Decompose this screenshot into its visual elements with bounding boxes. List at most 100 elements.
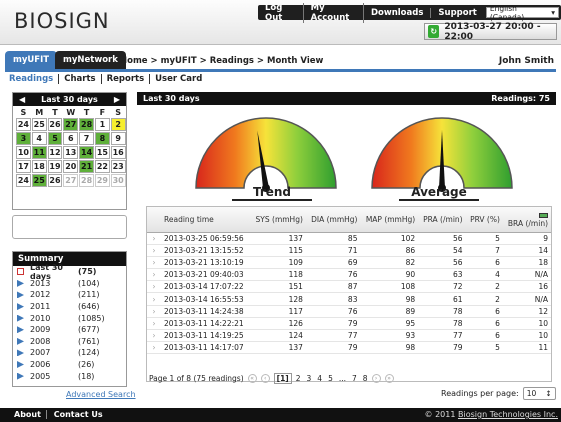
table-row[interactable]: › 2013-03-14 17:07:22 151 87 108 72 2 16 bbox=[147, 280, 551, 294]
expand-row-icon[interactable]: › bbox=[147, 232, 161, 245]
summary-row[interactable]: 2006 (26) bbox=[13, 359, 126, 371]
table-row[interactable]: › 2013-03-11 14:19:25 124 77 93 77 6 10 bbox=[147, 329, 551, 343]
calendar-day[interactable]: 25 bbox=[31, 118, 47, 131]
first-page-icon[interactable]: « bbox=[247, 374, 257, 383]
expand-row-icon[interactable]: › bbox=[147, 244, 161, 257]
summary-row[interactable]: 2007 (124) bbox=[13, 347, 126, 359]
calendar-day[interactable]: 21 bbox=[79, 160, 94, 173]
refresh-icon[interactable]: ↻ bbox=[428, 25, 440, 38]
col-prv[interactable]: PRV (%) bbox=[465, 207, 503, 233]
language-select[interactable]: English (Canada) ▾ bbox=[485, 4, 559, 22]
page-link[interactable]: 4 bbox=[317, 374, 322, 383]
calendar-day[interactable]: 23 bbox=[110, 160, 126, 173]
table-row[interactable]: › 2013-03-14 16:55:53 128 83 98 61 2 N/A bbox=[147, 292, 551, 306]
expand-row-icon[interactable]: › bbox=[147, 292, 161, 306]
calendar-day[interactable]: 4 bbox=[31, 132, 47, 145]
page-link[interactable]: 8 bbox=[363, 374, 368, 383]
advanced-search-link[interactable]: Advanced Search bbox=[66, 390, 136, 399]
subnav-readings[interactable]: Readings bbox=[9, 74, 60, 84]
summary-row[interactable]: 2010 (1085) bbox=[13, 312, 126, 324]
about-link[interactable]: About bbox=[14, 410, 47, 419]
contact-link[interactable]: Contact Us bbox=[54, 410, 108, 419]
last-page-icon[interactable]: » bbox=[384, 374, 394, 383]
calendar-day[interactable]: 9 bbox=[110, 132, 126, 145]
calendar-day[interactable]: 17 bbox=[16, 160, 31, 173]
summary-row[interactable]: 2012 (211) bbox=[13, 289, 126, 301]
expand-row-icon[interactable]: › bbox=[147, 317, 161, 331]
summary-row[interactable]: 2009 (677) bbox=[13, 324, 126, 336]
expand-row-icon[interactable]: › bbox=[147, 329, 161, 343]
subnav-charts[interactable]: Charts bbox=[59, 74, 102, 84]
col-pra[interactable]: PRA (/min) bbox=[418, 207, 466, 233]
calendar-day[interactable]: 1 bbox=[94, 118, 110, 131]
tab-myufit[interactable]: myUFIT bbox=[5, 51, 58, 69]
col-dia[interactable]: DIA (mmHg) bbox=[305, 207, 361, 233]
table-row[interactable]: › 2013-03-11 14:22:21 126 79 95 78 6 10 bbox=[147, 317, 551, 331]
calendar-day[interactable]: 6 bbox=[63, 132, 79, 145]
col-sys[interactable]: SYS (mmHg) bbox=[250, 207, 306, 233]
calendar-day[interactable]: 10 bbox=[16, 146, 31, 159]
subnav-reports[interactable]: Reports bbox=[102, 74, 151, 84]
summary-row[interactable]: 2008 (761) bbox=[13, 336, 126, 348]
page-link[interactable]: 3 bbox=[307, 374, 312, 383]
chevron-left-icon[interactable]: ◀ bbox=[19, 95, 25, 104]
col-map[interactable]: MAP (mmHg) bbox=[360, 207, 419, 233]
calendar-day[interactable]: 24 bbox=[16, 174, 31, 187]
downloads-link[interactable]: Downloads bbox=[364, 7, 432, 18]
per-page-value: 10 bbox=[526, 389, 537, 398]
next-page-icon[interactable]: › bbox=[371, 374, 381, 383]
company-link[interactable]: Biosign Technologies Inc. bbox=[458, 410, 558, 419]
logout-link[interactable]: Log Out bbox=[258, 2, 304, 23]
expand-row-icon[interactable]: › bbox=[147, 280, 161, 294]
page-link[interactable]: 2 bbox=[296, 374, 301, 383]
table-row[interactable]: › 2013-03-21 09:40:03 118 76 90 63 4 N/A bbox=[147, 268, 551, 282]
calendar-day[interactable]: 12 bbox=[47, 146, 63, 159]
date-range-selector[interactable]: ↻ 2013-03-27 20:00 - 22:00 bbox=[424, 22, 557, 42]
per-page-select[interactable]: 10 ↕ bbox=[522, 387, 556, 400]
calendar-day[interactable]: 26 bbox=[47, 174, 63, 187]
calendar-day[interactable]: 11 bbox=[31, 146, 47, 159]
calendar-day[interactable]: 7 bbox=[79, 132, 94, 145]
calendar-day[interactable]: 13 bbox=[63, 146, 79, 159]
expand-row-icon[interactable]: › bbox=[147, 268, 161, 282]
calendar-day[interactable]: 25 bbox=[31, 174, 47, 187]
page-link[interactable]: 7 bbox=[352, 374, 357, 383]
calendar-day[interactable]: 15 bbox=[94, 146, 110, 159]
subnav-user-card[interactable]: User Card bbox=[150, 74, 207, 84]
calendar-day[interactable]: 3 bbox=[16, 132, 31, 145]
expand-row-icon[interactable]: › bbox=[147, 256, 161, 270]
table-row[interactable]: › 2013-03-21 13:10:19 109 69 82 56 6 18 bbox=[147, 256, 551, 270]
calendar-day[interactable]: 28 bbox=[79, 118, 94, 131]
tab-mynetwork[interactable]: myNetwork bbox=[55, 51, 126, 69]
col-bra[interactable]: BRA (/min) bbox=[502, 207, 551, 233]
calendar-day[interactable]: 27 bbox=[63, 118, 79, 131]
summary-row[interactable]: 2011 (646) bbox=[13, 301, 126, 313]
expand-row-icon[interactable]: › bbox=[147, 341, 161, 355]
my-account-link[interactable]: My Account bbox=[304, 2, 364, 23]
calendar-day[interactable]: 5 bbox=[47, 132, 63, 145]
calendar-day[interactable]: 22 bbox=[94, 160, 110, 173]
biosign-logo[interactable]: BIOSIGN bbox=[14, 9, 110, 33]
calendar-day[interactable]: 2 bbox=[110, 118, 126, 131]
calendar-day[interactable]: 20 bbox=[63, 160, 79, 173]
table-row[interactable]: › 2013-03-25 06:59:56 137 85 102 56 5 9 bbox=[147, 232, 551, 245]
table-row[interactable]: › 2013-03-11 14:24:38 117 76 89 78 6 12 bbox=[147, 305, 551, 318]
calendar-day[interactable]: 18 bbox=[31, 160, 47, 173]
col-reading-time[interactable]: Reading time bbox=[161, 207, 251, 233]
chevron-right-icon[interactable]: ▶ bbox=[114, 95, 120, 104]
support-link[interactable]: Support bbox=[431, 8, 483, 18]
calendar-day[interactable]: 14 bbox=[79, 146, 94, 159]
summary-row[interactable]: Last 30 days (75) bbox=[13, 263, 126, 281]
calendar-day[interactable]: 19 bbox=[47, 160, 63, 173]
summary-row[interactable]: 2005 (18) bbox=[13, 370, 126, 382]
calendar-day[interactable]: 16 bbox=[110, 146, 126, 159]
calendar-day[interactable]: 24 bbox=[16, 118, 31, 131]
page-link[interactable]: 5 bbox=[328, 374, 333, 383]
expand-row-icon[interactable]: › bbox=[147, 305, 161, 318]
table-row[interactable]: › 2013-03-21 13:15:52 115 71 86 54 7 14 bbox=[147, 244, 551, 257]
calendar-day[interactable]: 26 bbox=[47, 118, 63, 131]
summary-row[interactable]: 2013 (104) bbox=[13, 278, 126, 290]
calendar-day[interactable]: 8 bbox=[94, 132, 110, 145]
prev-page-icon[interactable]: ‹ bbox=[260, 374, 270, 383]
table-row[interactable]: › 2013-03-11 14:17:07 137 79 98 79 5 11 bbox=[147, 341, 551, 355]
